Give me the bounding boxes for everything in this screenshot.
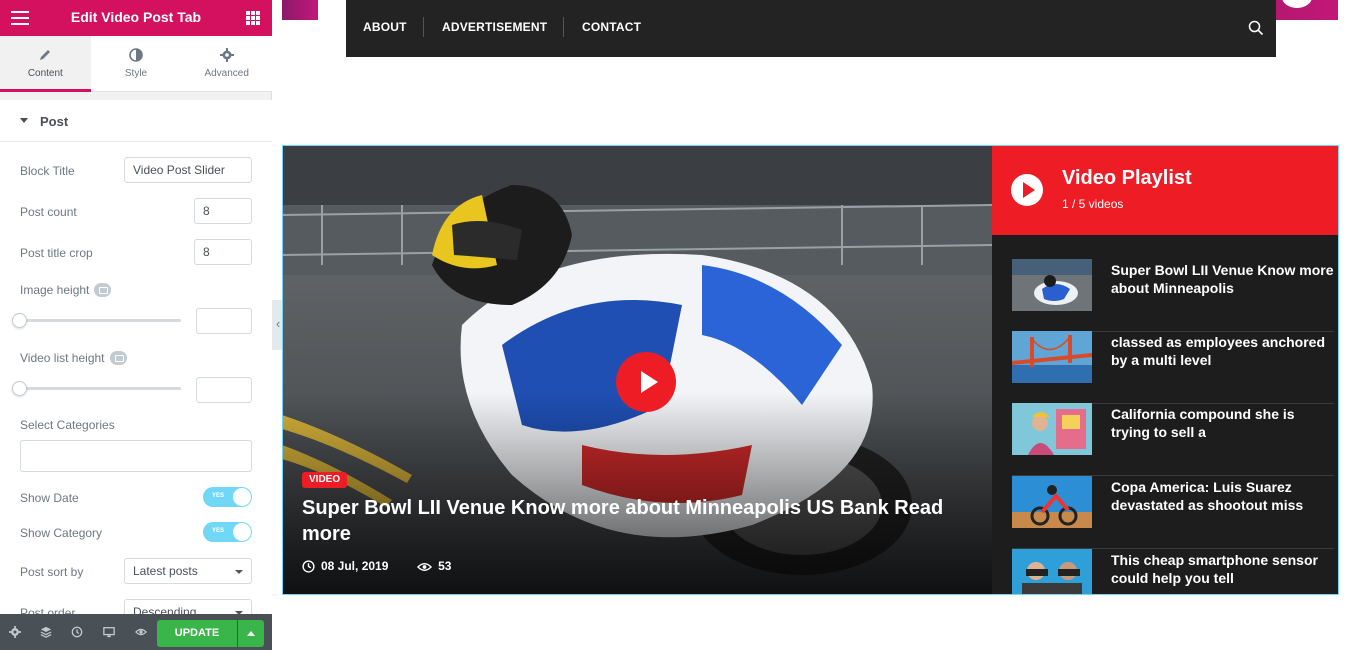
tab-advanced-label: Advanced bbox=[204, 68, 249, 79]
panel-title: Edit Video Post Tab bbox=[70, 9, 202, 25]
categories-select[interactable] bbox=[20, 440, 252, 472]
show-category-toggle[interactable]: YES bbox=[203, 522, 252, 542]
video-list-height-input[interactable] bbox=[196, 377, 252, 403]
contrast-icon bbox=[129, 48, 143, 62]
section-post-header[interactable]: Post bbox=[0, 100, 272, 142]
toggle-knob bbox=[233, 523, 251, 541]
sort-select[interactable]: Latest posts bbox=[124, 558, 252, 584]
gear-icon bbox=[219, 48, 234, 62]
responsive-desktop-icon[interactable] bbox=[94, 283, 112, 297]
show-date-toggle[interactable]: YES bbox=[203, 487, 252, 507]
order-select[interactable]: Descending bbox=[124, 599, 252, 614]
settings-gear-icon[interactable] bbox=[9, 626, 21, 638]
sort-select-value: Latest posts bbox=[133, 564, 198, 578]
responsive-mode-icon[interactable] bbox=[103, 626, 115, 638]
image-height-slider[interactable] bbox=[20, 319, 181, 322]
nav-link-contact[interactable]: CONTACT bbox=[582, 20, 641, 34]
post-count-label: Post count bbox=[20, 205, 77, 219]
video-list-height-label-row: Video list height bbox=[20, 351, 127, 365]
categories-label: Select Categories bbox=[20, 418, 115, 432]
widgets-grid-icon[interactable] bbox=[246, 11, 260, 25]
responsive-desktop-icon[interactable] bbox=[109, 351, 127, 365]
video-list-height-slider-handle[interactable] bbox=[12, 381, 27, 396]
show-category-label: Show Category bbox=[20, 526, 103, 540]
widget-selection-outline bbox=[282, 145, 1339, 595]
title-crop-input[interactable]: 8 bbox=[194, 239, 252, 265]
tab-advanced[interactable]: Advanced bbox=[181, 36, 272, 91]
pencil-icon bbox=[40, 50, 51, 60]
tab-content[interactable]: Content bbox=[0, 36, 91, 92]
sort-label: Post sort by bbox=[20, 565, 84, 579]
video-list-height-label: Video list height bbox=[20, 351, 105, 365]
image-height-slider-handle[interactable] bbox=[12, 313, 27, 328]
layers-icon[interactable] bbox=[40, 626, 52, 638]
nav-link-about[interactable]: ABOUT bbox=[363, 20, 407, 34]
chevron-down-icon bbox=[235, 570, 243, 574]
block-title-label: Block Title bbox=[20, 164, 75, 178]
tab-content-label: Content bbox=[27, 68, 63, 79]
save-options-caret-button[interactable] bbox=[238, 620, 264, 647]
header-accent-right bbox=[1276, 0, 1338, 20]
nav-divider bbox=[423, 17, 424, 37]
image-height-label-row: Image height bbox=[20, 283, 112, 297]
editor-panel: Edit Video Post Tab Content Style Advanc… bbox=[0, 0, 272, 650]
site-navbar: ABOUT ADVERTISEMENT CONTACT bbox=[346, 0, 1276, 57]
toggle-knob bbox=[233, 488, 251, 506]
tab-style[interactable]: Style bbox=[91, 36, 182, 91]
panel-tabs: Content Style Advanced bbox=[0, 36, 272, 92]
show-date-toggle-text: YES bbox=[212, 493, 225, 499]
history-icon[interactable] bbox=[71, 626, 83, 638]
order-select-value: Descending bbox=[133, 605, 197, 614]
update-button[interactable]: UPDATE bbox=[157, 620, 237, 647]
title-crop-label: Post title crop bbox=[20, 246, 93, 260]
controls-list: Block Title Video Post Slider Post count… bbox=[0, 142, 272, 614]
search-icon[interactable] bbox=[1248, 20, 1264, 36]
nav-link-advertisement[interactable]: ADVERTISEMENT bbox=[442, 20, 547, 34]
post-count-input[interactable]: 8 bbox=[194, 198, 252, 224]
panel-header: Edit Video Post Tab bbox=[0, 0, 272, 36]
block-title-input[interactable]: Video Post Slider bbox=[124, 157, 252, 183]
tab-style-label: Style bbox=[124, 68, 148, 79]
nav-divider bbox=[563, 17, 564, 37]
video-list-height-slider[interactable] bbox=[20, 387, 181, 390]
image-height-label: Image height bbox=[20, 283, 90, 297]
caret-down-icon bbox=[20, 118, 28, 123]
header-accent-left bbox=[282, 0, 318, 20]
eye-icon[interactable] bbox=[135, 626, 147, 638]
section-title: Post bbox=[40, 114, 69, 129]
image-height-input[interactable] bbox=[196, 308, 252, 334]
show-category-toggle-text: YES bbox=[212, 528, 225, 534]
show-date-label: Show Date bbox=[20, 491, 79, 505]
order-label: Post order bbox=[20, 606, 76, 614]
